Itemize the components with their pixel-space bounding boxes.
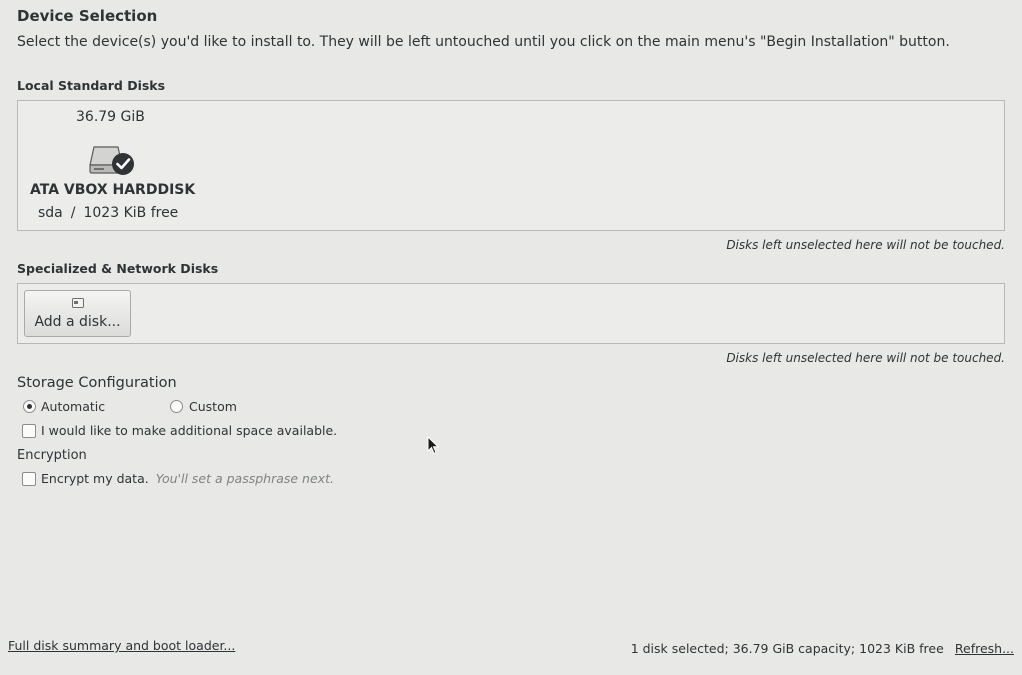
full-disk-summary-link[interactable]: Full disk summary and boot loader... xyxy=(8,638,235,653)
encrypt-label[interactable]: Encrypt my data. You'll set a passphrase… xyxy=(41,471,334,486)
disk-separator: / xyxy=(70,205,76,221)
network-disks-label: Specialized & Network Disks xyxy=(17,261,219,276)
refresh-link[interactable]: Refresh... xyxy=(955,641,1014,656)
disk-info: sda / 1023 KiB free xyxy=(38,205,178,221)
add-disk-button[interactable]: Add a disk... xyxy=(24,290,131,337)
local-disks-label: Local Standard Disks xyxy=(17,78,166,93)
page-title: Device Selection xyxy=(17,7,158,25)
disk-device: sda xyxy=(38,205,63,221)
storage-configuration-title: Storage Configuration xyxy=(17,375,177,391)
encrypt-label-text: Encrypt my data. xyxy=(41,471,149,486)
disk-size: 36.79 GiB xyxy=(76,109,145,125)
footer-status-bar: 1 disk selected; 36.79 GiB capacity; 102… xyxy=(631,638,1014,657)
network-disks-hint: Disks left unselected here will not be t… xyxy=(726,351,1005,365)
encryption-title: Encryption xyxy=(17,448,87,463)
automatic-radio[interactable] xyxy=(23,400,36,413)
disk-name: ATA VBOX HARDDISK xyxy=(30,182,196,198)
harddisk-selected-icon[interactable] xyxy=(88,143,138,179)
automatic-label[interactable]: Automatic xyxy=(41,399,105,414)
disk-selection-status: 1 disk selected; 36.79 GiB capacity; 102… xyxy=(630,641,944,656)
page-description: Select the device(s) you'd like to insta… xyxy=(17,34,950,50)
additional-space-label[interactable]: I would like to make additional space av… xyxy=(41,423,337,438)
additional-space-checkbox[interactable] xyxy=(22,424,36,438)
custom-radio[interactable] xyxy=(170,400,183,413)
custom-label[interactable]: Custom xyxy=(189,399,237,414)
add-disk-icon xyxy=(72,298,84,308)
local-disks-hint: Disks left unselected here will not be t… xyxy=(726,238,1005,252)
disk-free: 1023 KiB free xyxy=(83,205,179,221)
encrypt-checkbox[interactable] xyxy=(22,472,36,486)
network-disks-panel xyxy=(17,283,1005,344)
mouse-pointer-icon xyxy=(427,436,439,455)
encrypt-hint: You'll set a passphrase next. xyxy=(155,471,334,486)
add-disk-button-label: Add a disk... xyxy=(34,314,121,330)
